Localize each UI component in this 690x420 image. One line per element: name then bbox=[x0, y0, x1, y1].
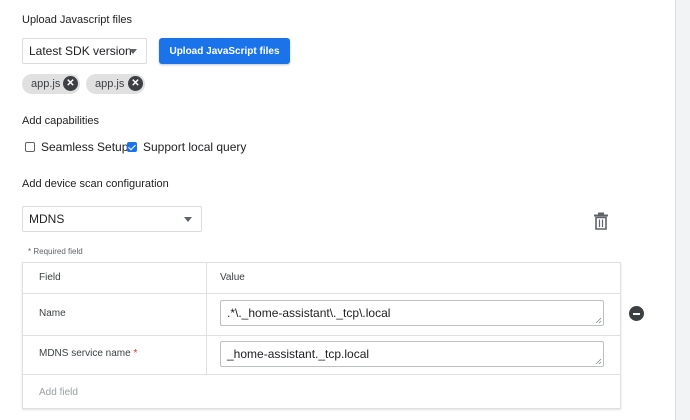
config-card: Upload Javascript files Latest SDK versi… bbox=[0, 0, 676, 420]
seamless-setup-label: Seamless Setup bbox=[41, 140, 129, 154]
local-query-label: Support local query bbox=[143, 140, 247, 154]
name-value-input[interactable]: .*\._home-assistant\._tcp\.local bbox=[220, 300, 604, 326]
capability-local-query[interactable]: Support local query bbox=[127, 139, 246, 155]
file-chip: app.js ✕ bbox=[86, 74, 145, 94]
name-value-text: .*\._home-assistant\._tcp\.local bbox=[227, 306, 391, 320]
resize-handle-icon[interactable] bbox=[595, 317, 602, 324]
remove-circle-icon[interactable] bbox=[629, 306, 644, 321]
resize-handle-icon[interactable] bbox=[595, 358, 602, 365]
row-divider bbox=[23, 335, 620, 336]
file-chip-label: app.js bbox=[95, 78, 125, 90]
chevron-down-icon bbox=[129, 49, 137, 54]
scan-type-value: MDNS bbox=[29, 212, 65, 226]
local-query-checkbox[interactable] bbox=[127, 142, 137, 152]
field-label-name: Name bbox=[39, 308, 66, 319]
sdk-version-value: Latest SDK version bbox=[29, 44, 132, 58]
required-field-note: * Required field bbox=[28, 247, 83, 256]
capability-seamless-setup[interactable]: Seamless Setup bbox=[25, 139, 128, 155]
mdns-service-name-input[interactable]: _home-assistant._tcp.local bbox=[220, 341, 604, 367]
close-icon[interactable]: ✕ bbox=[128, 76, 143, 91]
scrollbar[interactable] bbox=[676, 0, 690, 420]
scan-fields-table: Field Value Name .*\._home-assistant\._t… bbox=[22, 262, 621, 409]
upload-js-button[interactable]: Upload JavaScript files bbox=[159, 38, 290, 64]
row-divider bbox=[23, 374, 620, 375]
column-divider bbox=[206, 263, 207, 374]
scan-config-section-title: Add device scan configuration bbox=[22, 178, 169, 190]
row-divider bbox=[23, 293, 620, 294]
column-header-field: Field bbox=[39, 272, 61, 283]
upload-section-title: Upload Javascript files bbox=[22, 14, 133, 26]
mdns-service-value-text: _home-assistant._tcp.local bbox=[227, 347, 370, 361]
required-marker: * bbox=[133, 348, 138, 359]
field-name-text: Name bbox=[39, 308, 66, 319]
sdk-version-select[interactable]: Latest SDK version bbox=[22, 38, 147, 64]
trash-icon[interactable] bbox=[593, 212, 609, 230]
capabilities-section-title: Add capabilities bbox=[22, 115, 100, 127]
scan-type-select[interactable]: MDNS bbox=[22, 206, 202, 232]
column-header-value: Value bbox=[220, 272, 245, 283]
seamless-setup-checkbox[interactable] bbox=[25, 142, 35, 152]
add-field-button[interactable]: Add field bbox=[39, 387, 78, 398]
file-chip-label: app.js bbox=[31, 78, 61, 90]
mdns-service-name-text: MDNS service name bbox=[39, 348, 131, 359]
file-chip: app.js ✕ bbox=[22, 74, 80, 94]
field-label-mdns-service-name: MDNS service name * bbox=[39, 348, 137, 359]
chevron-down-icon bbox=[184, 217, 192, 222]
close-icon[interactable]: ✕ bbox=[63, 76, 78, 91]
